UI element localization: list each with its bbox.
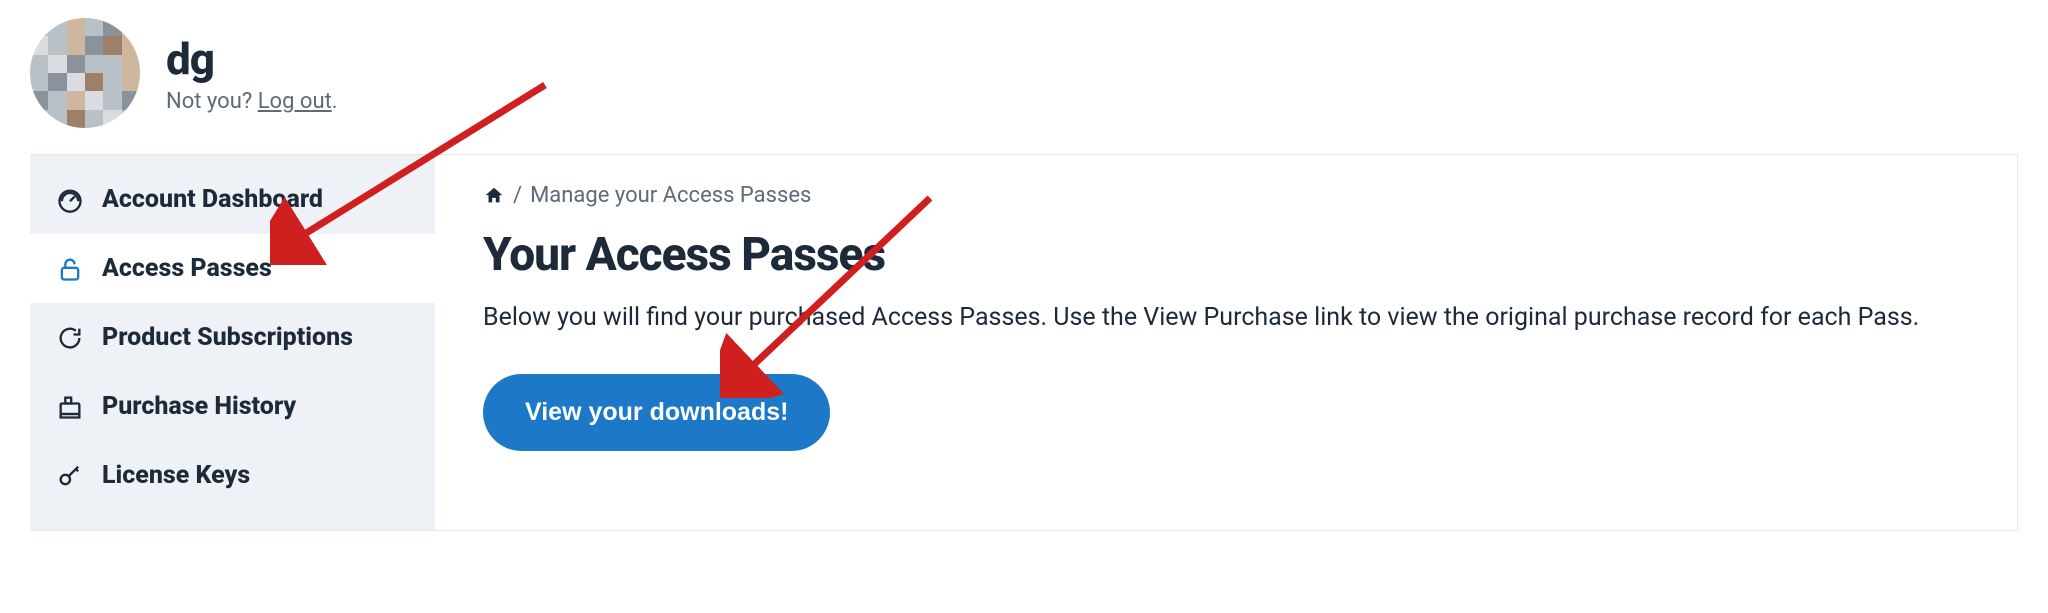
sidebar-item-label: Product Subscriptions xyxy=(102,323,353,352)
user-meta: dg Not you? Log out. xyxy=(166,33,338,114)
username: dg xyxy=(166,33,338,85)
breadcrumb-sep: / xyxy=(513,183,522,208)
account-panel: Account Dashboard Access Passes Pro xyxy=(30,154,2018,531)
page-description: Below you will find your purchased Acces… xyxy=(483,300,1969,336)
page-title: Your Access Passes xyxy=(483,228,1969,282)
breadcrumb-current: Manage your Access Passes xyxy=(530,183,811,208)
page-root: dg Not you? Log out. Account Dashboard xyxy=(0,0,2048,531)
not-you-line: Not you? Log out. xyxy=(166,89,338,114)
sidebar-item-label: Access Passes xyxy=(102,254,272,283)
user-header: dg Not you? Log out. xyxy=(30,18,2018,128)
not-you-prefix: Not you? xyxy=(166,89,258,114)
cash-register-icon xyxy=(56,393,84,421)
key-icon xyxy=(56,462,84,490)
sidebar-item-purchase-history[interactable]: Purchase History xyxy=(30,372,435,441)
dashboard-icon xyxy=(56,186,84,214)
sidebar-item-access-passes[interactable]: Access Passes xyxy=(30,234,435,303)
sidebar-item-label: Purchase History xyxy=(102,392,296,421)
sidebar-item-license-keys[interactable]: License Keys xyxy=(30,441,435,510)
sidebar-item-label: License Keys xyxy=(102,461,250,490)
avatar xyxy=(30,18,140,128)
view-downloads-button[interactable]: View your downloads! xyxy=(483,374,830,451)
home-icon[interactable] xyxy=(483,185,505,207)
sidebar-item-account-dashboard[interactable]: Account Dashboard xyxy=(30,165,435,234)
logout-link[interactable]: Log out xyxy=(258,89,332,114)
breadcrumb: / Manage your Access Passes xyxy=(483,183,1969,208)
sidebar-nav: Account Dashboard Access Passes Pro xyxy=(30,155,435,530)
sidebar-item-product-subscriptions[interactable]: Product Subscriptions xyxy=(30,303,435,372)
main-content: / Manage your Access Passes Your Access … xyxy=(435,155,2017,530)
refresh-icon xyxy=(56,324,84,352)
sidebar-item-label: Account Dashboard xyxy=(102,185,323,214)
unlock-icon xyxy=(56,255,84,283)
